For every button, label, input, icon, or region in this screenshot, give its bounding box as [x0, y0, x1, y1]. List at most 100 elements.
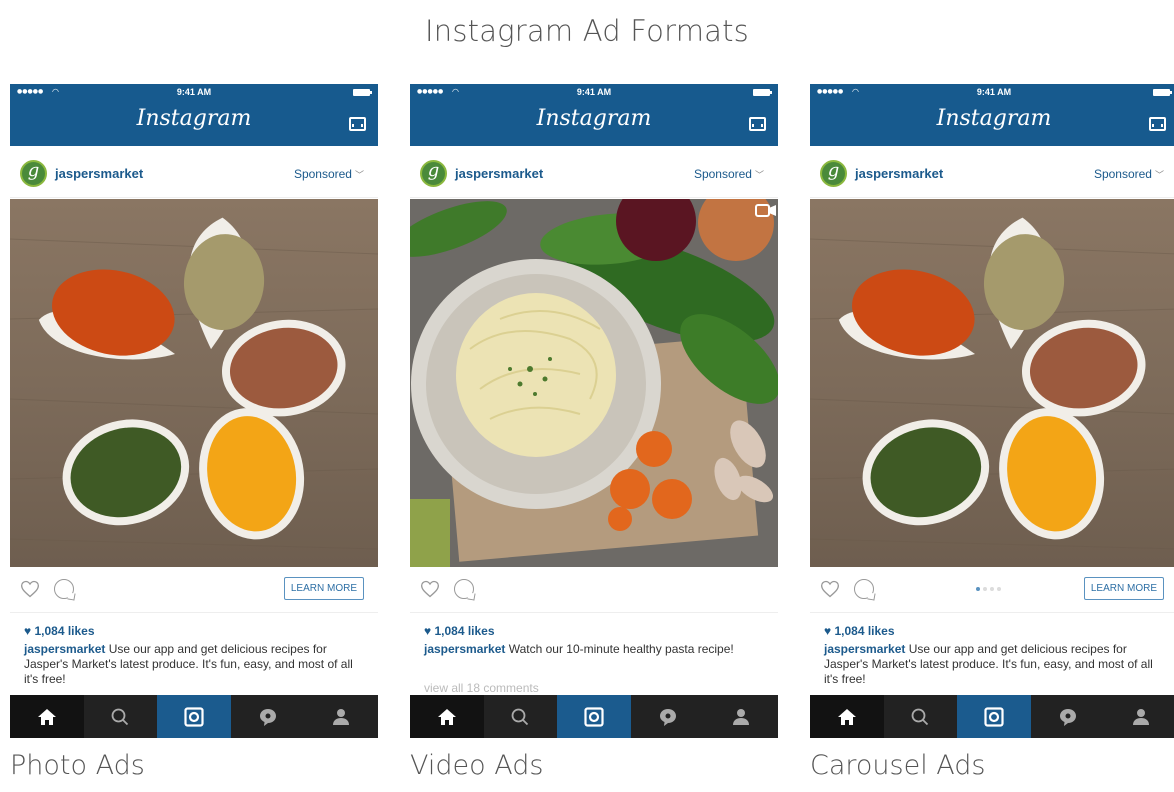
post-carousel-spices[interactable] [810, 199, 1174, 567]
post-actions: LEARN MORE [10, 568, 378, 613]
activity-icon [1059, 708, 1076, 726]
carousel-dot[interactable] [983, 587, 987, 591]
format-label-photo-ads: Photo Ads [10, 750, 145, 781]
home-icon [837, 708, 856, 725]
post-username[interactable]: jaspersmarket [55, 166, 143, 181]
caption-username[interactable]: jaspersmarket [24, 642, 105, 656]
battery-icon [753, 89, 772, 96]
tab-profile[interactable] [1104, 695, 1174, 738]
tab-camera[interactable] [957, 695, 1031, 738]
avatar[interactable] [20, 160, 47, 187]
sponsored-label[interactable]: Sponsored ﹀ [294, 167, 364, 181]
tab-profile[interactable] [704, 695, 778, 738]
post-username[interactable]: jaspersmarket [855, 166, 943, 181]
likes-count[interactable]: ♥ 1,084 likes [824, 624, 895, 638]
post-caption: jaspersmarket Watch our 10-minute health… [424, 642, 764, 657]
post-caption: jaspersmarket Use our app and get delici… [24, 642, 364, 687]
comment-icon[interactable] [54, 579, 74, 599]
carousel-dots[interactable] [976, 587, 1001, 591]
post-username[interactable]: jaspersmarket [455, 166, 543, 181]
avatar[interactable] [420, 160, 447, 187]
post-actions: LEARN MORE [810, 568, 1174, 613]
tab-home[interactable] [410, 695, 484, 738]
carousel-dot-active[interactable] [976, 587, 980, 591]
tab-home[interactable] [10, 695, 84, 738]
caption-username[interactable]: jaspersmarket [424, 642, 505, 656]
avatar[interactable] [820, 160, 847, 187]
tab-activity[interactable] [631, 695, 705, 738]
chevron-down-icon: ﹀ [354, 170, 364, 180]
tab-search[interactable] [884, 695, 958, 738]
home-icon [437, 708, 456, 725]
camera-icon [584, 706, 604, 727]
home-icon [37, 708, 56, 725]
app-header: ●●●●● ◠ 9:41 AM Instagram [410, 84, 778, 146]
sponsored-label[interactable]: Sponsored ﹀ [1094, 167, 1164, 181]
battery-icon [353, 89, 372, 96]
tab-search[interactable] [484, 695, 558, 738]
search-icon [911, 708, 929, 725]
comment-icon[interactable] [454, 579, 474, 599]
profile-icon [733, 708, 750, 725]
app-header: ●●●●● ◠ 9:41 AM Instagram [810, 84, 1174, 146]
sponsored-text: Sponsored [693, 167, 752, 181]
inbox-icon[interactable] [749, 117, 766, 131]
tab-home[interactable] [810, 695, 884, 738]
status-time: 9:41 AM [176, 87, 212, 97]
bottom-tab-bar [10, 695, 378, 738]
app-logo: Instagram [536, 106, 652, 131]
tab-activity[interactable] [1031, 695, 1105, 738]
heart-icon[interactable] [20, 579, 40, 599]
app-header: ●●●●● ◠ 9:41 AM Instagram [10, 84, 378, 146]
caption-username[interactable]: jaspersmarket [824, 642, 905, 656]
heart-icon[interactable] [820, 579, 840, 599]
comment-icon[interactable] [854, 579, 874, 599]
bottom-tab-bar [410, 695, 778, 738]
carousel-dot[interactable] [997, 587, 1001, 591]
format-label-carousel-ads: Carousel Ads [810, 750, 986, 781]
sponsored-text: Sponsored [293, 167, 352, 181]
profile-icon [333, 708, 350, 725]
likes-count[interactable]: ♥ 1,084 likes [24, 624, 95, 638]
learn-more-button[interactable]: LEARN MORE [1083, 577, 1164, 600]
search-icon [511, 708, 529, 725]
post-actions [410, 568, 778, 613]
search-icon [111, 708, 129, 725]
post-header: jaspersmarket Sponsored﹀ [410, 146, 778, 198]
inbox-icon[interactable] [349, 117, 366, 131]
carousel-dot[interactable] [990, 587, 994, 591]
likes-count[interactable]: ♥ 1,084 likes [424, 624, 495, 638]
tab-activity[interactable] [231, 695, 305, 738]
format-label-video-ads: Video Ads [410, 750, 544, 781]
status-time: 9:41 AM [576, 87, 612, 97]
status-bar: ●●●●● ◠ 9:41 AM [10, 84, 378, 101]
learn-more-button[interactable]: LEARN MORE [283, 577, 364, 600]
status-bar: ●●●●● ◠ 9:41 AM [410, 84, 778, 101]
inbox-icon[interactable] [1149, 117, 1166, 131]
phone-mockup-photo-ads: ●●●●● ◠ 9:41 AM Instagram jaspersmarket … [10, 84, 378, 738]
battery-icon [1153, 89, 1172, 96]
tab-search[interactable] [84, 695, 158, 738]
tab-profile[interactable] [304, 695, 378, 738]
camera-icon [984, 706, 1004, 727]
heart-icon[interactable] [420, 579, 440, 599]
camera-icon [184, 706, 204, 727]
post-photo-spices [10, 199, 378, 567]
tab-camera[interactable] [557, 695, 631, 738]
status-time: 9:41 AM [976, 87, 1012, 97]
chevron-down-icon: ﹀ [754, 170, 764, 180]
app-logo: Instagram [136, 106, 252, 131]
phone-mockup-carousel-ads: ●●●●● ◠ 9:41 AM Instagram jaspersmarket … [810, 84, 1174, 738]
caption-text: Watch our 10-minute healthy pasta recipe… [505, 642, 734, 656]
status-bar: ●●●●● ◠ 9:41 AM [810, 84, 1174, 101]
post-video-pasta[interactable] [410, 199, 778, 567]
activity-icon [259, 708, 276, 726]
profile-icon [1133, 708, 1150, 725]
tab-camera[interactable] [157, 695, 231, 738]
sponsored-text: Sponsored [1093, 167, 1152, 181]
post-header: jaspersmarket Sponsored﹀ [810, 146, 1174, 198]
activity-icon [659, 708, 676, 726]
sponsored-label[interactable]: Sponsored ﹀ [694, 167, 764, 181]
view-comments-link[interactable]: view all 18 comments [424, 681, 539, 695]
page-title: Instagram Ad Formats [424, 14, 749, 48]
